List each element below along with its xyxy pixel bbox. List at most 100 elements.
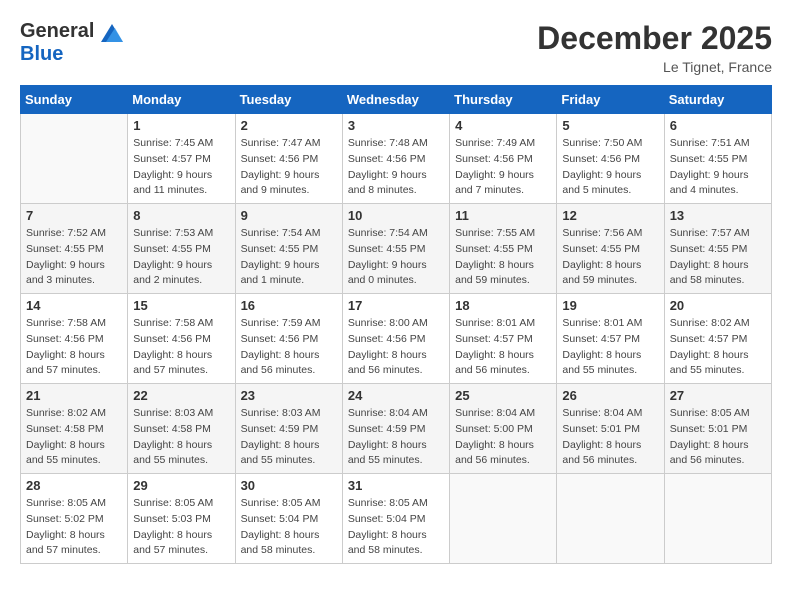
calendar-cell: 3 Sunrise: 7:48 AM Sunset: 4:56 PM Daylig… bbox=[342, 114, 449, 204]
day-info: Sunrise: 8:04 AM Sunset: 4:59 PM Dayligh… bbox=[348, 406, 444, 469]
day-info: Sunrise: 8:02 AM Sunset: 4:58 PM Dayligh… bbox=[26, 406, 122, 469]
calendar-cell: 27Sunrise: 8:05 AM Sunset: 5:01 PM Dayli… bbox=[664, 384, 771, 474]
day-number: 22 bbox=[133, 388, 229, 403]
day-info: Sunrise: 8:05 AM Sunset: 5:01 PM Dayligh… bbox=[670, 406, 766, 469]
calendar-cell: 13 Sunrise: 7:57 AM Sunset: 4:55 PM Dayli… bbox=[664, 204, 771, 294]
day-number: 14 bbox=[26, 298, 122, 313]
day-number: 26 bbox=[562, 388, 658, 403]
calendar-cell: 15 Sunrise: 7:58 AM Sunset: 4:56 PM Dayli… bbox=[128, 294, 235, 384]
day-info: Sunrise: 7:54 AM Sunset: 4:55 PM Dayligh… bbox=[241, 226, 337, 289]
day-number: 25 bbox=[455, 388, 551, 403]
day-info: Sunrise: 7:57 AM Sunset: 4:55 PM Dayligh… bbox=[670, 226, 766, 289]
day-number: 31 bbox=[348, 478, 444, 493]
month-title: December 2025 bbox=[537, 20, 772, 57]
day-number: 19 bbox=[562, 298, 658, 313]
day-info: Sunrise: 7:49 AM Sunset: 4:56 PM Dayligh… bbox=[455, 136, 551, 199]
calendar-cell: 24 Sunrise: 8:04 AM Sunset: 4:59 PM Dayli… bbox=[342, 384, 449, 474]
calendar-cell: 11 Sunrise: 7:55 AM Sunset: 4:55 PM Dayli… bbox=[450, 204, 557, 294]
calendar-week-2: 7 Sunrise: 7:52 AM Sunset: 4:55 PM Daylig… bbox=[21, 204, 772, 294]
day-number: 10 bbox=[348, 208, 444, 223]
day-number: 21 bbox=[26, 388, 122, 403]
day-number: 15 bbox=[133, 298, 229, 313]
calendar-cell: 22Sunrise: 8:03 AM Sunset: 4:58 PM Dayli… bbox=[128, 384, 235, 474]
logo-blue: Blue bbox=[20, 43, 63, 65]
day-number: 23 bbox=[241, 388, 337, 403]
day-info: Sunrise: 7:55 AM Sunset: 4:55 PM Dayligh… bbox=[455, 226, 551, 289]
day-number: 18 bbox=[455, 298, 551, 313]
calendar-cell: 16 Sunrise: 7:59 AM Sunset: 4:56 PM Dayli… bbox=[235, 294, 342, 384]
day-info: Sunrise: 8:05 AM Sunset: 5:03 PM Dayligh… bbox=[133, 496, 229, 559]
day-info: Sunrise: 8:05 AM Sunset: 5:04 PM Dayligh… bbox=[348, 496, 444, 559]
day-number: 17 bbox=[348, 298, 444, 313]
day-info: Sunrise: 8:04 AM Sunset: 5:00 PM Dayligh… bbox=[455, 406, 551, 469]
day-number: 2 bbox=[241, 118, 337, 133]
day-number: 6 bbox=[670, 118, 766, 133]
calendar-week-1: 1Sunrise: 7:45 AM Sunset: 4:57 PM Daylig… bbox=[21, 114, 772, 204]
day-number: 24 bbox=[348, 388, 444, 403]
day-info: Sunrise: 8:01 AM Sunset: 4:57 PM Dayligh… bbox=[562, 316, 658, 379]
day-number: 7 bbox=[26, 208, 122, 223]
day-number: 28 bbox=[26, 478, 122, 493]
day-info: Sunrise: 7:50 AM Sunset: 4:56 PM Dayligh… bbox=[562, 136, 658, 199]
calendar-cell: 23 Sunrise: 8:03 AM Sunset: 4:59 PM Dayli… bbox=[235, 384, 342, 474]
calendar-cell: 5Sunrise: 7:50 AM Sunset: 4:56 PM Daylig… bbox=[557, 114, 664, 204]
day-info: Sunrise: 8:05 AM Sunset: 5:02 PM Dayligh… bbox=[26, 496, 122, 559]
day-info: Sunrise: 7:51 AM Sunset: 4:55 PM Dayligh… bbox=[670, 136, 766, 199]
day-info: Sunrise: 8:04 AM Sunset: 5:01 PM Dayligh… bbox=[562, 406, 658, 469]
calendar-cell bbox=[21, 114, 128, 204]
day-info: Sunrise: 8:02 AM Sunset: 4:57 PM Dayligh… bbox=[670, 316, 766, 379]
calendar-cell: 4 Sunrise: 7:49 AM Sunset: 4:56 PM Daylig… bbox=[450, 114, 557, 204]
calendar-cell: 12 Sunrise: 7:56 AM Sunset: 4:55 PM Dayli… bbox=[557, 204, 664, 294]
calendar-cell: 6 Sunrise: 7:51 AM Sunset: 4:55 PM Daylig… bbox=[664, 114, 771, 204]
day-number: 20 bbox=[670, 298, 766, 313]
calendar-cell: 8 Sunrise: 7:53 AM Sunset: 4:55 PM Daylig… bbox=[128, 204, 235, 294]
day-info: Sunrise: 8:05 AM Sunset: 5:04 PM Dayligh… bbox=[241, 496, 337, 559]
calendar-cell bbox=[664, 474, 771, 564]
day-number: 3 bbox=[348, 118, 444, 133]
title-area: December 2025 Le Tignet, France bbox=[537, 20, 772, 75]
day-info: Sunrise: 7:56 AM Sunset: 4:55 PM Dayligh… bbox=[562, 226, 658, 289]
weekday-header-sunday: Sunday bbox=[21, 86, 128, 114]
day-number: 29 bbox=[133, 478, 229, 493]
calendar-cell: 29 Sunrise: 8:05 AM Sunset: 5:03 PM Dayli… bbox=[128, 474, 235, 564]
location: Le Tignet, France bbox=[537, 59, 772, 75]
day-number: 11 bbox=[455, 208, 551, 223]
calendar-cell: 10Sunrise: 7:54 AM Sunset: 4:55 PM Dayli… bbox=[342, 204, 449, 294]
calendar-cell: 19 Sunrise: 8:01 AM Sunset: 4:57 PM Dayli… bbox=[557, 294, 664, 384]
calendar-cell: 9 Sunrise: 7:54 AM Sunset: 4:55 PM Daylig… bbox=[235, 204, 342, 294]
weekday-header-wednesday: Wednesday bbox=[342, 86, 449, 114]
calendar-cell: 26 Sunrise: 8:04 AM Sunset: 5:01 PM Dayli… bbox=[557, 384, 664, 474]
calendar-cell: 25 Sunrise: 8:04 AM Sunset: 5:00 PM Dayli… bbox=[450, 384, 557, 474]
day-info: Sunrise: 7:47 AM Sunset: 4:56 PM Dayligh… bbox=[241, 136, 337, 199]
day-number: 12 bbox=[562, 208, 658, 223]
day-info: Sunrise: 7:58 AM Sunset: 4:56 PM Dayligh… bbox=[26, 316, 122, 379]
day-number: 13 bbox=[670, 208, 766, 223]
calendar-cell: 14 Sunrise: 7:58 AM Sunset: 4:56 PM Dayli… bbox=[21, 294, 128, 384]
calendar-cell bbox=[557, 474, 664, 564]
day-info: Sunrise: 7:48 AM Sunset: 4:56 PM Dayligh… bbox=[348, 136, 444, 199]
calendar-week-5: 28 Sunrise: 8:05 AM Sunset: 5:02 PM Dayli… bbox=[21, 474, 772, 564]
calendar-cell: 17Sunrise: 8:00 AM Sunset: 4:56 PM Dayli… bbox=[342, 294, 449, 384]
logo-general: General bbox=[20, 20, 123, 43]
calendar-cell: 7 Sunrise: 7:52 AM Sunset: 4:55 PM Daylig… bbox=[21, 204, 128, 294]
day-info: Sunrise: 8:03 AM Sunset: 4:59 PM Dayligh… bbox=[241, 406, 337, 469]
day-number: 16 bbox=[241, 298, 337, 313]
day-number: 30 bbox=[241, 478, 337, 493]
logo: General Blue bbox=[20, 20, 123, 66]
day-number: 4 bbox=[455, 118, 551, 133]
day-number: 8 bbox=[133, 208, 229, 223]
calendar-cell: 21 Sunrise: 8:02 AM Sunset: 4:58 PM Dayli… bbox=[21, 384, 128, 474]
day-info: Sunrise: 7:58 AM Sunset: 4:56 PM Dayligh… bbox=[133, 316, 229, 379]
calendar-cell: 1Sunrise: 7:45 AM Sunset: 4:57 PM Daylig… bbox=[128, 114, 235, 204]
day-number: 1 bbox=[133, 118, 229, 133]
calendar-table: SundayMondayTuesdayWednesdayThursdayFrid… bbox=[20, 85, 772, 564]
day-info: Sunrise: 7:59 AM Sunset: 4:56 PM Dayligh… bbox=[241, 316, 337, 379]
calendar-cell: 2 Sunrise: 7:47 AM Sunset: 4:56 PM Daylig… bbox=[235, 114, 342, 204]
calendar-cell bbox=[450, 474, 557, 564]
calendar-cell: 28 Sunrise: 8:05 AM Sunset: 5:02 PM Dayli… bbox=[21, 474, 128, 564]
calendar-week-4: 21 Sunrise: 8:02 AM Sunset: 4:58 PM Dayli… bbox=[21, 384, 772, 474]
weekday-header-friday: Friday bbox=[557, 86, 664, 114]
day-info: Sunrise: 7:53 AM Sunset: 4:55 PM Dayligh… bbox=[133, 226, 229, 289]
day-info: Sunrise: 7:52 AM Sunset: 4:55 PM Dayligh… bbox=[26, 226, 122, 289]
day-number: 9 bbox=[241, 208, 337, 223]
